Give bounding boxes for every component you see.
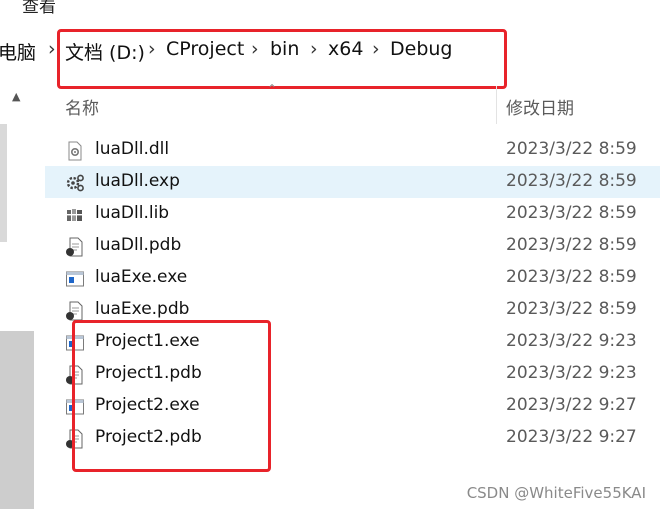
breadcrumb-pc[interactable]: 电脑 — [0, 38, 36, 65]
file-date-modified: 2023/3/22 8:59 — [506, 139, 637, 159]
file-date-modified: 2023/3/22 8:59 — [506, 203, 637, 223]
file-date-modified: 2023/3/22 8:59 — [506, 267, 637, 287]
file-name[interactable]: luaExe.pdb — [95, 299, 189, 319]
file-row[interactable]: luaExe.exe 2023/3/22 8:59 — [45, 262, 660, 294]
file-date-modified: 2023/3/22 9:27 — [506, 395, 637, 415]
menu-view[interactable]: 查看 — [22, 0, 56, 17]
dll-file-icon — [65, 141, 85, 161]
menu-strip: 查看 — [0, 0, 660, 17]
path-highlight-box — [57, 29, 507, 89]
exp-file-icon — [65, 173, 85, 193]
file-row[interactable]: luaDll.dll 2023/3/22 8:59 — [45, 134, 660, 166]
pdb-file-icon — [65, 301, 85, 321]
file-date-modified: 2023/3/22 9:23 — [506, 363, 637, 383]
column-header: ⌃ 名称 修改日期 — [45, 82, 660, 124]
column-divider[interactable] — [496, 86, 497, 124]
watermark: CSDN @WhiteFive55KAI — [466, 484, 646, 502]
exe-file-icon — [65, 269, 85, 289]
file-date-modified: 2023/3/22 9:27 — [506, 427, 637, 447]
file-name[interactable]: luaDll.lib — [95, 203, 169, 223]
file-date-modified: 2023/3/22 8:59 — [506, 235, 637, 255]
file-date-modified: 2023/3/22 8:59 — [506, 171, 637, 191]
lib-file-icon — [65, 205, 85, 225]
column-date-header[interactable]: 修改日期 — [506, 94, 574, 119]
file-row[interactable]: luaDll.pdb 2023/3/22 8:59 — [45, 230, 660, 262]
navigation-pane[interactable]: ▲ — [0, 86, 34, 509]
nav-scrollbar-track[interactable] — [0, 331, 34, 509]
file-name[interactable]: luaExe.exe — [95, 267, 187, 287]
project-files-highlight-box — [72, 320, 271, 472]
nav-scrollbar-thumb[interactable] — [0, 124, 7, 242]
pdb-file-icon — [65, 237, 85, 257]
file-date-modified: 2023/3/22 9:23 — [506, 331, 637, 351]
file-name[interactable]: luaDll.exp — [95, 171, 180, 191]
column-name-header[interactable]: 名称 — [65, 94, 99, 119]
file-row[interactable]: luaDll.exp 2023/3/22 8:59 — [45, 166, 660, 198]
sort-caret-icon: ⌃ — [267, 82, 278, 96]
file-name[interactable]: luaDll.pdb — [95, 235, 181, 255]
file-row[interactable]: luaDll.lib 2023/3/22 8:59 — [45, 198, 660, 230]
file-name[interactable]: luaDll.dll — [95, 139, 169, 159]
breadcrumb-separator: › — [48, 38, 56, 60]
scroll-up-arrow-icon[interactable]: ▲ — [12, 90, 20, 103]
file-date-modified: 2023/3/22 8:59 — [506, 299, 637, 319]
